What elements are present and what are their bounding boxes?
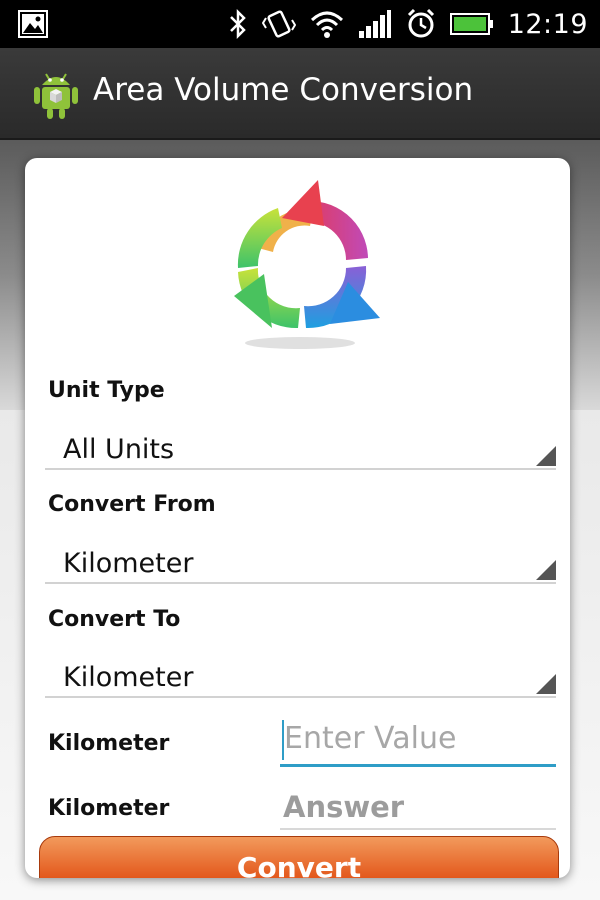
android-app-icon bbox=[34, 73, 78, 119]
text-cursor bbox=[282, 720, 284, 760]
status-bar: 12:19 bbox=[0, 0, 600, 48]
convert-to-label: Convert To bbox=[48, 607, 181, 632]
signal-icon bbox=[358, 10, 391, 38]
convert-to-spinner[interactable]: Kilometer bbox=[45, 638, 556, 698]
unit-type-value: All Units bbox=[63, 434, 175, 465]
wifi-icon bbox=[310, 11, 343, 38]
unit-type-label: Unit Type bbox=[48, 378, 165, 403]
bluetooth-icon bbox=[229, 8, 246, 40]
convert-from-label: Convert From bbox=[48, 492, 216, 517]
alarm-icon bbox=[407, 8, 434, 38]
refresh-cycle-icon bbox=[234, 180, 380, 349]
status-time: 12:19 bbox=[507, 8, 588, 40]
answer-text: Answer bbox=[283, 790, 405, 824]
convert-to-value: Kilometer bbox=[63, 662, 194, 693]
convert-button-label: Convert bbox=[236, 851, 362, 878]
convert-from-value: Kilometer bbox=[63, 548, 194, 579]
action-bar: Area Volume Conversion bbox=[0, 48, 600, 140]
vibrate-icon bbox=[261, 10, 296, 38]
app-title: Area Volume Conversion bbox=[93, 72, 474, 108]
convert-button[interactable]: Convert bbox=[39, 836, 559, 878]
convert-from-spinner[interactable]: Kilometer bbox=[45, 524, 556, 584]
answer-unit-label: Kilometer bbox=[48, 796, 170, 821]
answer-field: Answer bbox=[280, 782, 556, 830]
dropdown-arrow-icon bbox=[536, 560, 556, 580]
unit-type-spinner[interactable]: All Units bbox=[45, 410, 556, 470]
picture-notification-icon bbox=[18, 10, 48, 38]
conversion-card: Unit Type All Units Convert From Kilomet… bbox=[25, 158, 570, 878]
input-unit-label: Kilometer bbox=[48, 731, 170, 756]
dropdown-arrow-icon bbox=[536, 674, 556, 694]
battery-icon bbox=[449, 13, 493, 35]
value-input-field[interactable] bbox=[280, 714, 556, 767]
dropdown-arrow-icon bbox=[536, 446, 556, 466]
value-input[interactable] bbox=[280, 714, 556, 762]
